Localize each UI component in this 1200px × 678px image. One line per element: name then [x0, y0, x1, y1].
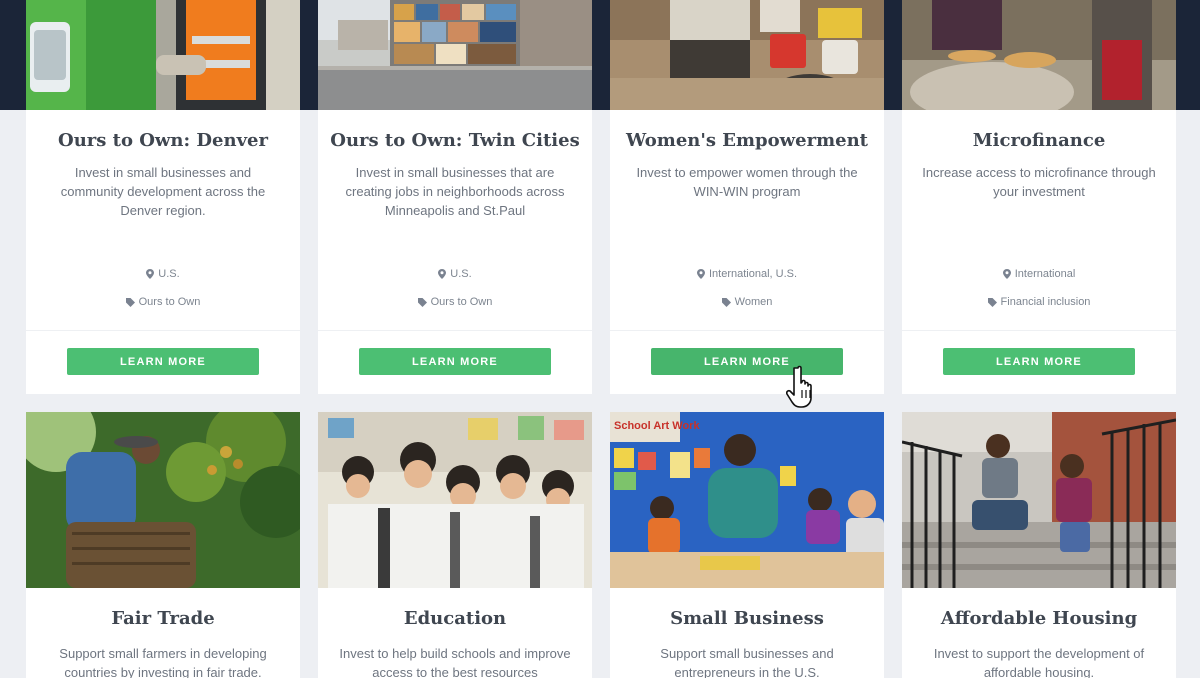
- card-title: Microfinance: [972, 130, 1106, 151]
- card-description: Support small farmers in developing coun…: [59, 646, 267, 678]
- tag-text: Women: [734, 296, 773, 309]
- worker-photo: [26, 0, 300, 110]
- card-category: Women: [610, 295, 884, 309]
- card-location: U.S.: [26, 267, 300, 281]
- tag-icon: [125, 297, 135, 307]
- village-woman-photo: [610, 0, 884, 110]
- card-education[interactable]: Education Invest to help build schools a…: [318, 412, 592, 678]
- bread-oven-photo: [902, 0, 1176, 110]
- card-ours-to-own-denver[interactable]: Ours to Own: Denver Invest in small busi…: [26, 0, 300, 394]
- learn-more-button[interactable]: LEARN MORE: [359, 348, 551, 375]
- tag-text: Ours to Own: [430, 296, 493, 309]
- card-ours-to-own-twin-cities[interactable]: Ours to Own: Twin Cities Invest in small…: [318, 0, 592, 394]
- card-photo-womens-empowerment: [610, 0, 884, 110]
- card-description: Invest to empower women through the WIN-…: [636, 165, 858, 199]
- card-location: International: [902, 267, 1176, 281]
- card-photo-twin-cities: [318, 0, 592, 110]
- card-photo-small-business: School Art Work: [610, 412, 884, 588]
- investment-cards-page: Ours to Own: Denver Invest in small busi…: [0, 0, 1200, 678]
- card-location: U.S.: [318, 267, 592, 281]
- card-location: International, U.S.: [610, 267, 884, 281]
- map-pin-icon: [696, 269, 705, 280]
- card-womens-empowerment[interactable]: Women's Empowerment Invest to empower wo…: [610, 0, 884, 394]
- coffee-farmer-photo: [26, 412, 300, 588]
- card-divider: [318, 330, 592, 331]
- classroom-table-photo: School Art Work: [610, 412, 884, 588]
- card-affordable-housing[interactable]: Affordable Housing Invest to support the…: [902, 412, 1176, 678]
- card-description: Invest to support the development of aff…: [933, 646, 1145, 678]
- card-description: Support small businesses and entrepreneu…: [660, 646, 834, 678]
- tag-icon: [417, 297, 427, 307]
- learn-more-button[interactable]: LEARN MORE: [67, 348, 259, 375]
- tag-icon: [987, 297, 997, 307]
- map-pin-icon: [1002, 269, 1011, 280]
- card-photo-denver: [26, 0, 300, 110]
- mural-street-photo: [318, 0, 592, 110]
- card-photo-affordable-housing: [902, 412, 1176, 588]
- card-microfinance[interactable]: Microfinance Increase access to microfin…: [902, 0, 1176, 394]
- card-photo-education: [318, 412, 592, 588]
- card-description: Increase access to microfinance through …: [922, 165, 1156, 199]
- card-description: Invest in small businesses that are crea…: [345, 165, 565, 218]
- card-title: Ours to Own: Denver: [58, 130, 268, 151]
- card-fair-trade[interactable]: Fair Trade Support small farmers in deve…: [26, 412, 300, 678]
- schoolchildren-photo: [318, 412, 592, 588]
- card-title: Affordable Housing: [940, 608, 1138, 629]
- learn-more-button[interactable]: LEARN MORE: [943, 348, 1135, 375]
- card-divider: [26, 330, 300, 331]
- location-text: International, U.S.: [708, 268, 798, 281]
- card-description: Invest to help build schools and improve…: [339, 646, 571, 678]
- location-text: U.S.: [158, 268, 180, 281]
- card-photo-fair-trade: [26, 412, 300, 588]
- card-divider: [902, 330, 1176, 331]
- card-divider: [610, 330, 884, 331]
- card-photo-microfinance: [902, 0, 1176, 110]
- card-title: Education: [403, 608, 507, 629]
- location-text: International: [1014, 268, 1076, 281]
- card-title: Fair Trade: [111, 608, 215, 629]
- location-text: U.S.: [450, 268, 472, 281]
- tag-text: Financial inclusion: [1000, 296, 1091, 309]
- card-title: Small Business: [670, 608, 824, 629]
- tag-text: Ours to Own: [138, 296, 201, 309]
- school-art-sign: School Art Work: [614, 420, 700, 432]
- card-description: Invest in small businesses and community…: [60, 165, 266, 218]
- card-category: Ours to Own: [318, 295, 592, 309]
- kids-on-steps-photo: [902, 412, 1176, 588]
- map-pin-icon: [438, 269, 447, 280]
- map-pin-icon: [146, 269, 155, 280]
- hand-pointer-icon: [786, 365, 812, 408]
- card-category: Ours to Own: [26, 295, 300, 309]
- card-small-business[interactable]: School Art Work Small Business Support s…: [610, 412, 884, 678]
- card-category: Financial inclusion: [902, 295, 1176, 309]
- tag-icon: [721, 297, 731, 307]
- card-title: Ours to Own: Twin Cities: [330, 130, 580, 151]
- card-title: Women's Empowerment: [626, 130, 868, 151]
